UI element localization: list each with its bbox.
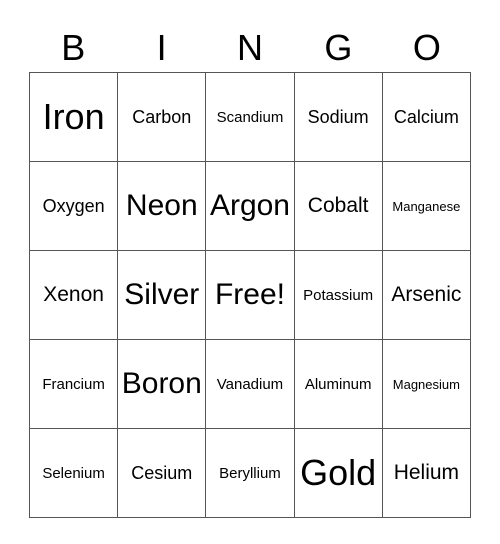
bingo-cell[interactable]: Helium — [381, 428, 472, 518]
bingo-cell[interactable]: Xenon — [28, 250, 119, 340]
header-letter-b: B — [61, 27, 86, 68]
header-letter-o: O — [412, 27, 441, 68]
bingo-cell[interactable]: Sodium — [293, 72, 383, 162]
bingo-cell[interactable]: Potassium — [293, 250, 383, 340]
bingo-cell[interactable]: Arsenic — [381, 250, 472, 340]
bingo-cell[interactable]: Silver — [117, 250, 207, 340]
bingo-row: Oxygen Neon Argon Cobalt Manganese — [28, 161, 472, 251]
bingo-row: Selenium Cesium Beryllium Gold Helium — [28, 428, 472, 518]
bingo-cell[interactable]: Iron — [28, 72, 119, 162]
bingo-cell[interactable]: Gold — [293, 428, 383, 518]
bingo-card: Iron Carbon Scandium Sodium Calcium Oxyg… — [28, 72, 472, 518]
bingo-cell[interactable]: Carbon — [117, 72, 207, 162]
bingo-cell[interactable]: Scandium — [205, 72, 295, 162]
bingo-cell[interactable]: Cobalt — [293, 161, 383, 251]
bingo-cell[interactable]: Francium — [28, 339, 119, 429]
bingo-cell[interactable]: Cesium — [117, 428, 207, 518]
bingo-cell[interactable]: Beryllium — [205, 428, 295, 518]
bingo-row: Xenon Silver Free! Potassium Arsenic — [28, 250, 472, 340]
bingo-cell[interactable]: Calcium — [381, 72, 472, 162]
bingo-cell[interactable]: Argon — [205, 161, 295, 251]
bingo-cell[interactable]: Aluminum — [293, 339, 383, 429]
bingo-cell[interactable]: Oxygen — [28, 161, 119, 251]
bingo-row: Francium Boron Vanadium Aluminum Magnesi… — [28, 339, 472, 429]
bingo-cell[interactable]: Selenium — [28, 428, 119, 518]
bingo-cell[interactable]: Neon — [117, 161, 207, 251]
bingo-row: Iron Carbon Scandium Sodium Calcium — [28, 72, 472, 162]
free-space-cell[interactable]: Free! — [205, 250, 295, 340]
bingo-cell[interactable]: Manganese — [381, 161, 472, 251]
bingo-cell[interactable]: Magnesium — [381, 339, 472, 429]
bingo-cell[interactable]: Boron — [117, 339, 207, 429]
header-letter-n: N — [237, 27, 264, 68]
header-letter-g: G — [324, 27, 353, 68]
header-letter-i: I — [156, 27, 167, 68]
bingo-header: B I N G O — [29, 24, 471, 72]
bingo-cell[interactable]: Vanadium — [205, 339, 295, 429]
